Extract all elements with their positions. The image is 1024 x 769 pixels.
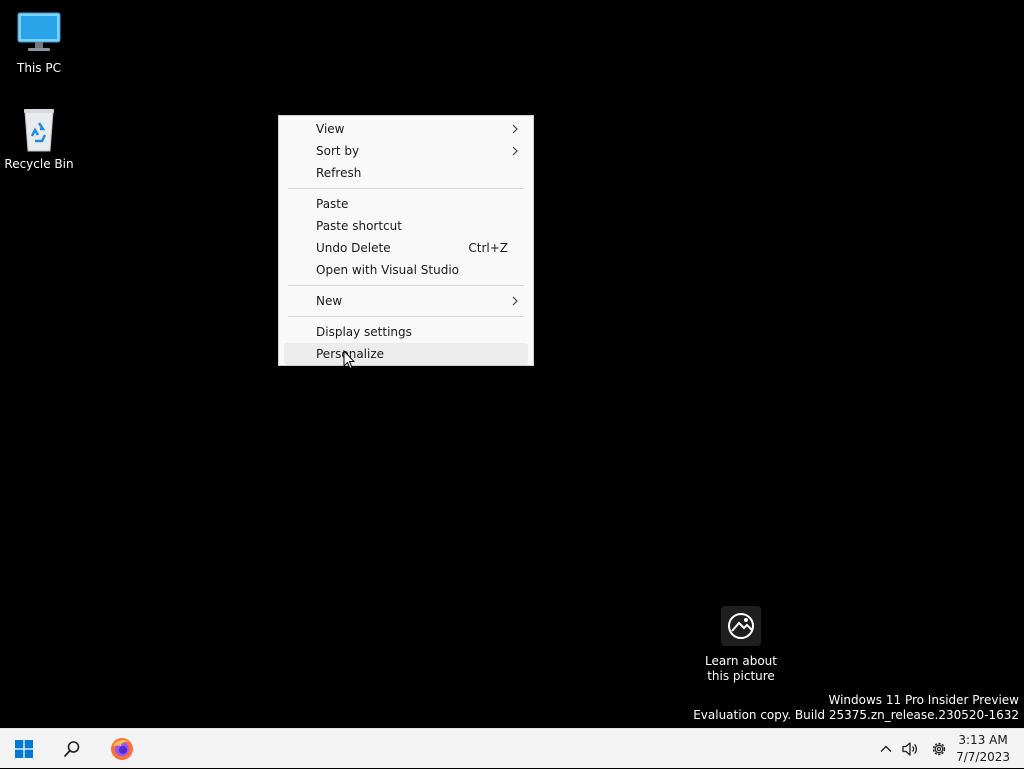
menu-item-undo-delete[interactable]: Undo Delete Ctrl+Z: [284, 237, 528, 259]
watermark-line-2: Evaluation copy. Build 25375.zn_release.…: [693, 708, 1019, 722]
desktop-icon-label: This PC: [17, 61, 61, 75]
menu-item-paste-shortcut[interactable]: Paste shortcut: [284, 215, 528, 237]
menu-item-display-settings[interactable]: Display settings: [284, 321, 528, 343]
chevron-right-icon: [512, 124, 518, 134]
menu-separator: [288, 316, 524, 317]
menu-item-label: New: [316, 294, 343, 308]
clock-time: 3:13 AM: [958, 733, 1008, 747]
start-button[interactable]: [4, 729, 44, 769]
menu-separator: [288, 188, 524, 189]
menu-item-view[interactable]: View: [284, 118, 528, 140]
menu-item-paste[interactable]: Paste: [284, 193, 528, 215]
learn-picture-line-2: this picture: [707, 669, 775, 683]
desktop[interactable]: This PC Recycle Bin View Sort by Refresh: [0, 0, 1024, 728]
taskbar-clock[interactable]: 3:13 AM 7/7/2023: [956, 732, 1010, 766]
menu-item-label: Open with Visual Studio: [316, 263, 459, 277]
search-icon: [64, 741, 80, 757]
desktop-icon-label: Recycle Bin: [4, 157, 74, 171]
menu-item-label: View: [316, 122, 345, 136]
menu-separator: [288, 285, 524, 286]
menu-item-refresh[interactable]: Refresh: [284, 162, 528, 184]
desktop-icon-recycle-bin[interactable]: Recycle Bin: [1, 106, 77, 172]
menu-item-label: Undo Delete: [316, 241, 391, 255]
chevron-right-icon: [512, 296, 518, 306]
learn-about-picture[interactable]: Learn about this picture: [700, 606, 782, 684]
windows-logo-icon: [15, 740, 33, 758]
desktop-context-menu: View Sort by Refresh Paste Paste shortcu…: [278, 115, 534, 366]
recycle-bin-icon: [15, 106, 63, 154]
menu-item-label: Display settings: [316, 325, 412, 339]
menu-item-open-with-visual-studio[interactable]: Open with Visual Studio: [284, 259, 528, 281]
firefox-icon: [111, 738, 133, 760]
menu-item-shortcut: Ctrl+Z: [468, 241, 508, 255]
monitor-icon: [15, 10, 63, 58]
menu-item-sort-by[interactable]: Sort by: [284, 140, 528, 162]
evaluation-watermark: Windows 11 Pro Insider Preview Evaluatio…: [693, 693, 1019, 723]
chevron-up-icon: [880, 745, 892, 752]
taskbar: 3:13 AM 7/7/2023: [0, 728, 1024, 768]
volume-button[interactable]: [897, 729, 923, 769]
learn-picture-line-1: Learn about: [705, 654, 777, 668]
search-button[interactable]: [52, 729, 92, 769]
menu-item-new[interactable]: New: [284, 290, 528, 312]
menu-item-label: Sort by: [316, 144, 360, 158]
gear-icon: [932, 742, 946, 756]
menu-item-label: Refresh: [316, 166, 362, 180]
menu-item-label: Paste: [316, 197, 349, 211]
menu-item-label: Paste shortcut: [316, 219, 402, 233]
chevron-right-icon: [512, 146, 518, 156]
settings-tray-button[interactable]: [926, 729, 952, 769]
mouse-pointer-icon: [343, 350, 355, 370]
desktop-icon-this-pc[interactable]: This PC: [1, 10, 77, 76]
image-circle-icon: [721, 606, 761, 646]
show-hidden-icons-button[interactable]: [873, 729, 899, 769]
clock-date: 7/7/2023: [956, 750, 1010, 764]
watermark-line-1: Windows 11 Pro Insider Preview: [828, 693, 1019, 707]
speaker-icon: [902, 742, 918, 756]
taskbar-app-firefox[interactable]: [102, 729, 142, 769]
menu-item-personalize[interactable]: Personalize: [284, 343, 528, 365]
